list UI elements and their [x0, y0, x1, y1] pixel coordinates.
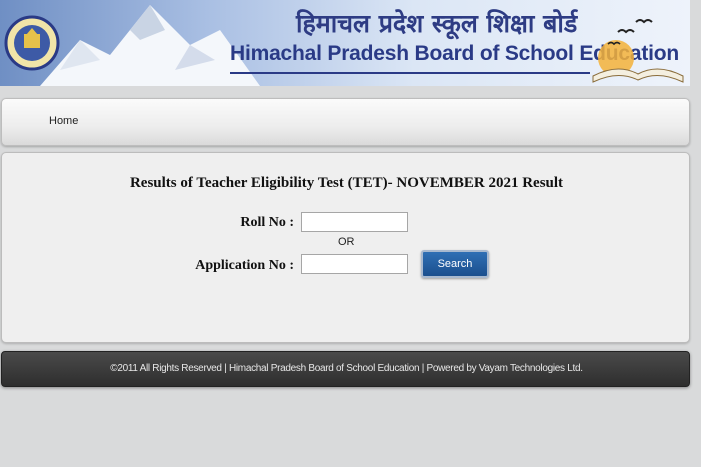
footer-copyright: ©2011 All Rights Reserved | Himachal Pra…: [110, 363, 583, 374]
roll-number-input[interactable]: [301, 212, 408, 232]
mountain-image: [40, 5, 260, 86]
open-book-birds-icon: [592, 19, 684, 83]
application-number-label: Application No :: [195, 258, 294, 273]
or-separator: OR: [338, 236, 355, 248]
search-button[interactable]: Search: [421, 250, 489, 278]
nav-home-link[interactable]: Home: [49, 115, 78, 127]
footer-bar: ©2011 All Rights Reserved | Himachal Pra…: [1, 351, 690, 387]
header-banner: हिमाचल प्रदेश स्कूल शिक्षा बोर्ड Himacha…: [0, 0, 690, 86]
application-number-input[interactable]: [301, 254, 408, 274]
roll-number-label: Roll No :: [240, 215, 294, 230]
header-underline: [230, 72, 590, 74]
page-title: Results of Teacher Eligibility Test (TET…: [129, 175, 564, 191]
header-title-hindi: हिमाचल प्रदेश स्कूल शिक्षा बोर्ड: [296, 9, 578, 38]
board-emblem-icon: [4, 15, 60, 71]
result-search-panel: Results of Teacher Eligibility Test (TET…: [1, 152, 690, 343]
navigation-bar: Home: [1, 98, 690, 146]
